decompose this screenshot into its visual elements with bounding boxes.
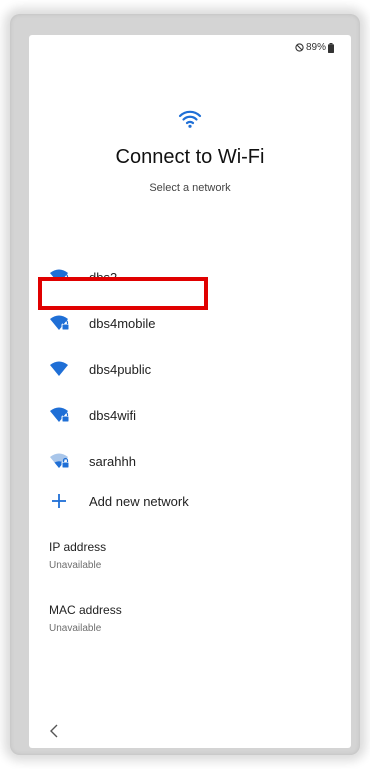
add-new-network-label: Add new network [89, 494, 189, 509]
status-bar: 89% [295, 42, 334, 53]
do-not-disturb-icon [295, 43, 304, 52]
ip-address-section: IP address Unavailable [49, 540, 106, 571]
phone-screen: 89% Connect to Wi-Fi Select a network db… [29, 35, 351, 748]
wifi-icon [50, 361, 68, 376]
network-item[interactable]: dbs4wifi [29, 395, 351, 435]
wifi-secured-icon [50, 315, 70, 331]
network-item[interactable]: sarahhh [29, 441, 351, 481]
battery-icon [328, 42, 334, 53]
network-ssid-label: dbs4wifi [89, 407, 136, 423]
plus-icon [52, 494, 66, 508]
mac-address-section: MAC address Unavailable [49, 603, 122, 634]
wifi-icon [178, 110, 202, 128]
network-ssid-label: sarahhh [89, 453, 136, 469]
highlight-annotation-box [38, 277, 208, 310]
network-ssid-label: dbs4mobile [89, 315, 156, 331]
add-new-network-button[interactable]: Add new network [29, 481, 351, 521]
ip-address-value: Unavailable [49, 560, 102, 571]
page-subtitle: Select a network [149, 182, 231, 194]
network-ssid-label: dbs4public [89, 361, 152, 377]
page-title: Connect to Wi-Fi [115, 146, 265, 168]
mac-address-value: Unavailable [49, 623, 102, 634]
ip-address-label: IP address [49, 540, 107, 554]
mac-address-label: MAC address [49, 603, 122, 617]
stage: 89% Connect to Wi-Fi Select a network db… [0, 0, 370, 769]
network-item[interactable]: dbs4public [29, 349, 351, 389]
wifi-secured-icon [50, 453, 70, 469]
battery-percent: 89% [305, 42, 326, 53]
chevron-left-icon[interactable] [47, 723, 63, 739]
wifi-secured-icon [50, 407, 70, 423]
